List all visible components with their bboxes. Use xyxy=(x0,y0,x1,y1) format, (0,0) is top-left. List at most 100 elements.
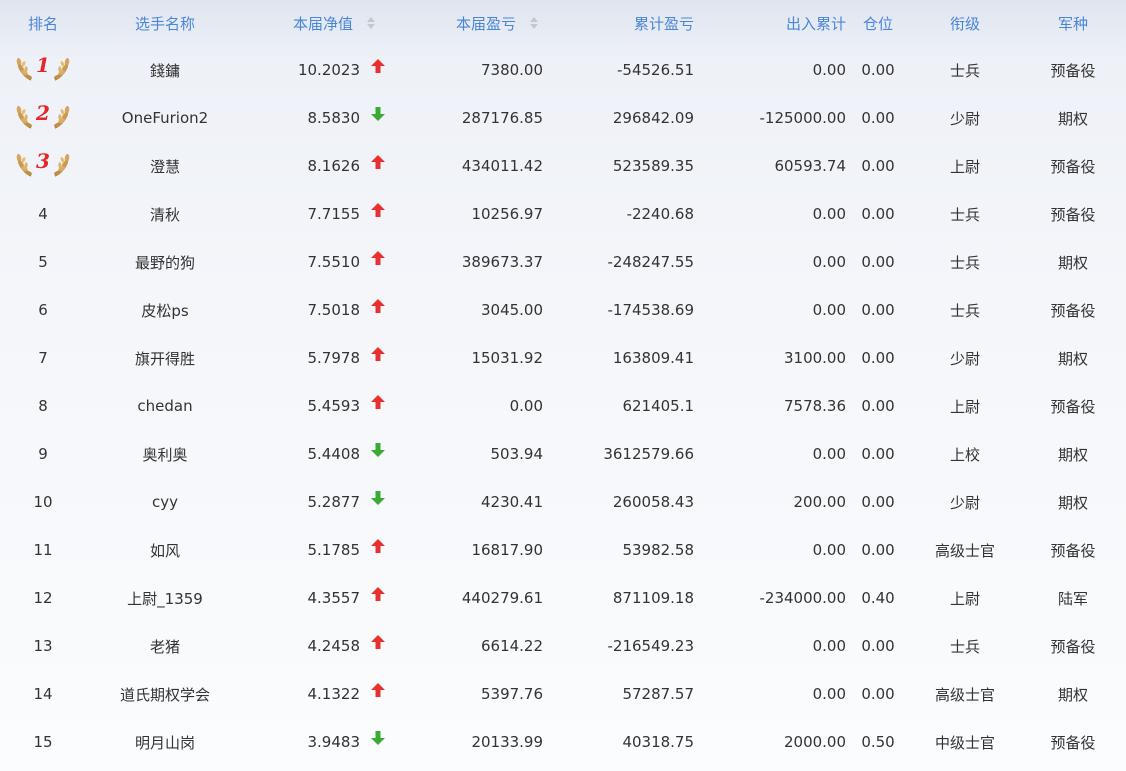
grade-value: 上尉 xyxy=(950,397,981,416)
table-row[interactable]: 15 明月山岗 3.9483 20133.99 40318.75 2000.00… xyxy=(0,718,1126,766)
table-row[interactable]: 13 老猪 4.2458 6614.22 -216549.23 0.00 0.0… xyxy=(0,622,1126,670)
branch-value: 期权 xyxy=(1058,253,1089,272)
cell-position: 0.00 xyxy=(846,430,910,478)
table-row[interactable]: 11 如风 5.1785 16817.90 53982.58 0.00 0.00… xyxy=(0,526,1126,574)
cell-player-name[interactable]: chedan xyxy=(86,382,244,430)
rank-number: 5 xyxy=(38,253,48,271)
cell-player-name[interactable]: 清秋 xyxy=(86,190,244,238)
trend-up-arrow-icon xyxy=(371,683,385,701)
column-header-grade[interactable]: 衔级 xyxy=(910,0,1020,46)
trend-down-arrow-icon xyxy=(371,731,385,749)
player-name[interactable]: 明月山岗 xyxy=(135,734,195,752)
player-name[interactable]: 如风 xyxy=(150,542,180,560)
cell-flow: -125000.00 xyxy=(694,94,846,142)
cell-grade: 士兵 xyxy=(910,190,1020,238)
cell-trend xyxy=(360,238,396,286)
column-header-position[interactable]: 仓位 xyxy=(846,0,910,46)
cell-cum-pnl: -248247.55 xyxy=(542,238,694,286)
column-header-nav[interactable]: 本届净值 xyxy=(244,0,396,46)
grade-value: 士兵 xyxy=(950,253,981,272)
cell-branch: 期权 xyxy=(1020,334,1126,382)
nav-value: 5.2877 xyxy=(307,493,361,511)
cell-rank: 11 xyxy=(0,526,86,574)
table-row[interactable]: 2 OneFurion2 8.5830 287176.85 296842.09 … xyxy=(0,94,1126,142)
cell-player-name[interactable]: 老猪 xyxy=(86,622,244,670)
player-name[interactable]: 清秋 xyxy=(150,206,180,224)
player-name[interactable]: 老猪 xyxy=(150,638,180,656)
cell-player-name[interactable]: 旗开得胜 xyxy=(86,334,244,382)
grade-value: 上尉 xyxy=(950,589,981,608)
cum-pnl-value: 40318.75 xyxy=(622,733,695,751)
cell-player-name[interactable]: OneFurion2 xyxy=(86,94,244,142)
table-row[interactable]: 8 chedan 5.4593 0.00 621405.1 7578.36 0.… xyxy=(0,382,1126,430)
player-name[interactable]: 最野的狗 xyxy=(135,254,195,272)
cell-player-name[interactable]: 最野的狗 xyxy=(86,238,244,286)
player-name[interactable]: chedan xyxy=(137,397,192,415)
table-row[interactable]: 7 旗开得胜 5.7978 15031.92 163809.41 3100.00… xyxy=(0,334,1126,382)
table-row[interactable]: 10 cyy 5.2877 4230.41 260058.43 200.00 0… xyxy=(0,478,1126,526)
table-row[interactable]: 1 錢鏞 10.2023 7380.00 -54526.51 0.00 0.00… xyxy=(0,46,1126,94)
cell-pnl: 287176.85 xyxy=(396,94,543,142)
cell-player-name[interactable]: 如风 xyxy=(86,526,244,574)
nav-value: 4.1322 xyxy=(307,685,361,703)
player-name[interactable]: 錢鏞 xyxy=(150,62,180,80)
pnl-value: 503.94 xyxy=(490,445,544,463)
player-name[interactable]: 道氏期权学会 xyxy=(120,686,210,704)
column-header-pnl[interactable]: 本届盈亏 xyxy=(396,0,542,46)
position-value: 0.00 xyxy=(861,445,895,463)
cell-branch: 期权 xyxy=(1020,94,1126,142)
nav-value: 8.1626 xyxy=(307,157,361,175)
table-row[interactable]: 4 清秋 7.7155 10256.97 -2240.68 0.00 0.00 … xyxy=(0,190,1126,238)
cell-player-name[interactable]: 上尉_1359 xyxy=(86,574,244,622)
cell-player-name[interactable]: 皮松ps xyxy=(86,286,244,334)
cell-nav: 5.7978 xyxy=(244,334,361,382)
cell-player-name[interactable]: 道氏期权学会 xyxy=(86,670,244,718)
pnl-value: 3045.00 xyxy=(480,301,544,319)
sort-icon[interactable] xyxy=(530,17,539,29)
cell-player-name[interactable]: cyy xyxy=(86,478,244,526)
table-row[interactable]: 9 奥利奥 5.4408 503.94 3612579.66 0.00 0.00… xyxy=(0,430,1126,478)
position-value: 0.00 xyxy=(861,637,895,655)
player-name[interactable]: 澄慧 xyxy=(150,158,180,176)
table-row[interactable]: 14 道氏期权学会 4.1322 5397.76 57287.57 0.00 0… xyxy=(0,670,1126,718)
sort-icon[interactable] xyxy=(367,17,376,29)
table-row[interactable]: 5 最野的狗 7.5510 389673.37 -248247.55 0.00 … xyxy=(0,238,1126,286)
player-name[interactable]: OneFurion2 xyxy=(122,109,208,127)
cell-pnl: 389673.37 xyxy=(396,238,543,286)
player-name[interactable]: 奥利奥 xyxy=(142,446,187,464)
grade-value: 少尉 xyxy=(950,349,981,368)
column-header-cum-pnl[interactable]: 累计盈亏 xyxy=(542,0,694,46)
column-header-rank[interactable]: 排名 xyxy=(0,0,86,46)
column-header-flow[interactable]: 出入累计 xyxy=(694,0,846,46)
branch-value: 期权 xyxy=(1058,109,1089,128)
cell-rank: 2 xyxy=(0,94,86,142)
cell-flow: 0.00 xyxy=(694,238,846,286)
cell-player-name[interactable]: 奥利奥 xyxy=(86,430,244,478)
cum-pnl-value: 57287.57 xyxy=(622,685,695,703)
cell-grade: 上尉 xyxy=(910,574,1020,622)
flow-value: 2000.00 xyxy=(783,733,847,751)
cell-rank: 1 xyxy=(0,46,86,94)
column-header-branch[interactable]: 军种 xyxy=(1020,0,1126,46)
column-header-nav-label: 本届净值 xyxy=(293,14,354,33)
table-row[interactable]: 3 澄慧 8.1626 434011.42 523589.35 60593.74… xyxy=(0,142,1126,190)
player-name[interactable]: 上尉_1359 xyxy=(127,590,203,608)
player-name[interactable]: 皮松ps xyxy=(141,302,188,320)
branch-value: 期权 xyxy=(1058,445,1089,464)
cell-player-name[interactable]: 明月山岗 xyxy=(86,718,244,766)
player-name[interactable]: cyy xyxy=(152,493,178,511)
cell-branch: 预备役 xyxy=(1020,526,1126,574)
rank-number: 6 xyxy=(38,301,48,319)
cell-rank: 12 xyxy=(0,574,86,622)
table-row[interactable]: 12 上尉_1359 4.3557 440279.61 871109.18 -2… xyxy=(0,574,1126,622)
trend-up-arrow-icon xyxy=(371,251,385,269)
table-row[interactable]: 6 皮松ps 7.5018 3045.00 -174538.69 0.00 0.… xyxy=(0,286,1126,334)
cell-player-name[interactable]: 錢鏞 xyxy=(86,46,244,94)
position-value: 0.00 xyxy=(861,541,895,559)
player-name[interactable]: 旗开得胜 xyxy=(135,350,195,368)
pnl-value: 434011.42 xyxy=(461,157,544,175)
flow-value: 0.00 xyxy=(812,253,847,271)
cell-player-name[interactable]: 澄慧 xyxy=(86,142,244,190)
column-header-name[interactable]: 选手名称 xyxy=(86,0,244,46)
cell-trend xyxy=(360,526,396,574)
